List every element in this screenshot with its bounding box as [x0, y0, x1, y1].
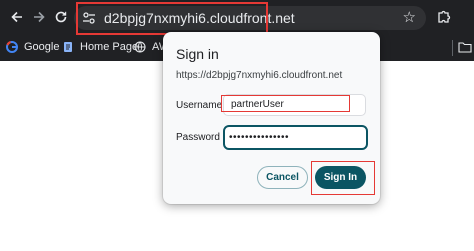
dialog-site-url: https://d2bpjg7nxmyhi6.cloudfront.net: [176, 70, 343, 81]
password-field[interactable]: •••••••••••••••: [223, 125, 368, 150]
dialog-title: Sign in: [176, 46, 219, 62]
bookmark-google[interactable]: Google: [6, 38, 59, 56]
reload-icon[interactable]: [53, 9, 69, 25]
username-label: Username: [176, 100, 223, 111]
password-label: Password: [176, 132, 220, 143]
star-icon[interactable]: ☆: [403, 9, 416, 27]
bookmark-label: Google: [24, 41, 60, 53]
bookmark-label: Home Page: [80, 41, 139, 53]
browser-toolbar: d2bpjg7nxmyhi6.cloudfront.net ☆: [0, 0, 474, 35]
url-highlight-box: [76, 2, 268, 35]
cancel-button[interactable]: Cancel: [257, 166, 308, 189]
forward-arrow-icon[interactable]: [31, 9, 47, 25]
page-icon: [62, 41, 74, 53]
folder-icon[interactable]: [458, 38, 472, 56]
password-value: •••••••••••••••: [229, 132, 290, 143]
puzzle-icon[interactable]: [437, 9, 452, 29]
globe-icon: [134, 41, 146, 53]
back-arrow-icon[interactable]: [9, 9, 25, 25]
bookmarks-divider: [452, 40, 453, 56]
google-icon: [6, 41, 18, 53]
bookmark-home-page[interactable]: Home Page: [62, 38, 138, 56]
username-highlight-box: [221, 95, 350, 112]
sign-in-highlight-box: [311, 161, 375, 195]
